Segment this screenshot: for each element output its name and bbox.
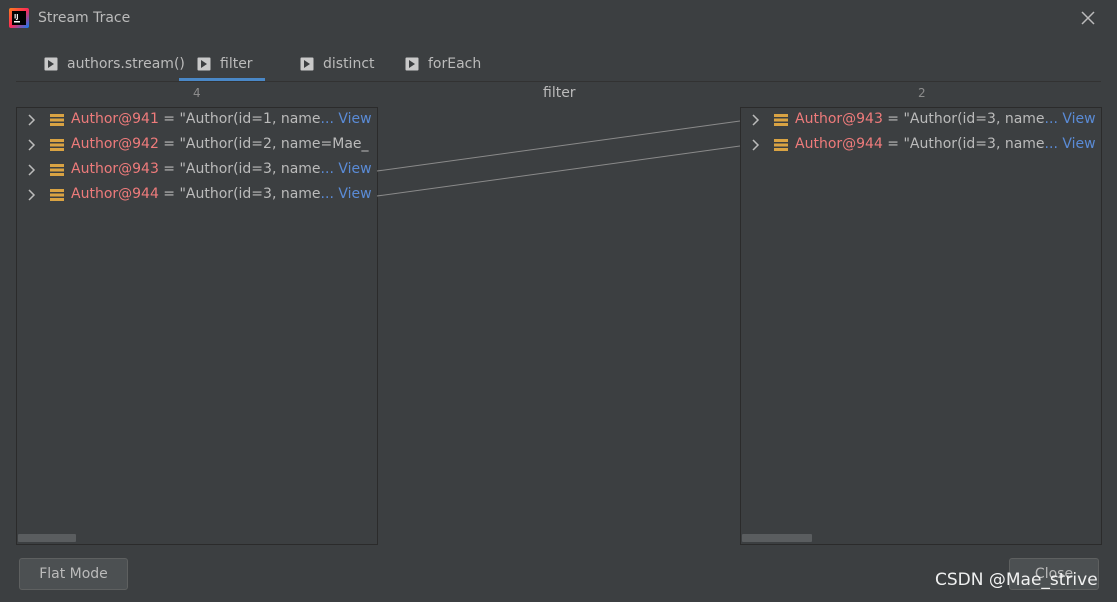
intellij-idea-icon: IJ [9,8,29,28]
object-value: = "Author(id=2, name=Mae_ [158,136,369,152]
chevron-right-icon[interactable] [26,114,38,126]
object-name: Author@941 [71,111,159,127]
play-frame-icon [300,57,314,70]
row-text: Author@944 = "Author(id=3, name... View [795,136,1096,152]
list-item[interactable]: Author@943 = "Author(id=3, name... View [741,108,1101,133]
tab-label: authors.stream() [67,55,185,72]
middle-label: filter [543,85,576,101]
chevron-right-icon[interactable] [26,139,38,151]
object-name: Author@943 [795,111,883,127]
view-link[interactable]: View [338,161,371,177]
row-text: Author@942 = "Author(id=2, name=Mae_ [71,136,369,152]
list-item[interactable]: Author@944 = "Author(id=3, name... View [17,183,377,208]
play-frame-icon [197,57,211,70]
view-link[interactable]: View [338,111,371,127]
object-stack-icon [774,139,788,151]
list-item[interactable]: Author@942 = "Author(id=2, name=Mae_ [17,133,377,158]
object-name: Author@943 [71,161,159,177]
ellipsis: ... [1044,136,1063,152]
object-stack-icon [50,189,64,201]
chevron-right-icon[interactable] [750,114,762,126]
tab-label: distinct [323,55,375,72]
object-name: Author@942 [71,136,159,152]
window-title: Stream Trace [38,10,131,26]
title-bar: IJ Stream Trace [0,0,1117,38]
watermark: CSDN @Mae_strive [935,570,1098,590]
list-item[interactable]: Author@944 = "Author(id=3, name... View [741,133,1101,158]
horizontal-scrollbar[interactable] [18,534,76,542]
mapping-line [376,120,741,172]
tab-foreach[interactable]: forEach [405,48,481,79]
left-values-panel[interactable]: Author@941 = "Author(id=1, name... View … [16,107,378,545]
object-stack-icon [50,114,64,126]
tab-distinct[interactable]: distinct [300,48,375,79]
play-frame-icon [405,57,419,70]
object-stack-icon [50,139,64,151]
ellipsis: ... [320,111,339,127]
mapping-line [376,145,741,197]
object-value: = "Author(id=3, name [882,111,1045,127]
svg-text:IJ: IJ [14,14,18,21]
object-name: Author@944 [71,186,159,202]
left-count: 4 [193,86,201,100]
horizontal-scrollbar[interactable] [742,534,812,542]
close-icon[interactable] [1078,8,1098,28]
row-text: Author@944 = "Author(id=3, name... View [71,186,372,202]
play-frame-icon [44,57,58,70]
tab-label: filter [220,55,253,72]
object-value: = "Author(id=1, name [158,111,321,127]
list-item[interactable]: Author@943 = "Author(id=3, name... View [17,158,377,183]
row-text: Author@943 = "Author(id=3, name... View [71,161,372,177]
list-item[interactable]: Author@941 = "Author(id=1, name... View [17,108,377,133]
tab-authors-stream[interactable]: authors.stream() [44,48,185,79]
view-link[interactable]: View [338,186,371,202]
ellipsis: ... [320,186,339,202]
row-text: Author@943 = "Author(id=3, name... View [795,111,1096,127]
object-stack-icon [774,114,788,126]
tab-bar: authors.stream() filter distinct forEach [16,48,1101,82]
object-name: Author@944 [795,136,883,152]
right-values-panel[interactable]: Author@943 = "Author(id=3, name... View … [740,107,1102,545]
tab-filter[interactable]: filter [179,48,265,81]
right-count: 2 [918,86,926,100]
view-link[interactable]: View [1062,136,1095,152]
ellipsis: ... [320,161,339,177]
object-stack-icon [50,164,64,176]
chevron-right-icon[interactable] [26,164,38,176]
view-link[interactable]: View [1062,111,1095,127]
ellipsis: ... [1044,111,1063,127]
flat-mode-button[interactable]: Flat Mode [19,558,128,590]
chevron-right-icon[interactable] [26,189,38,201]
chevron-right-icon[interactable] [750,139,762,151]
object-value: = "Author(id=3, name [882,136,1045,152]
row-text: Author@941 = "Author(id=1, name... View [71,111,372,127]
object-value: = "Author(id=3, name [158,186,321,202]
object-value: = "Author(id=3, name [158,161,321,177]
tab-label: forEach [428,55,482,72]
